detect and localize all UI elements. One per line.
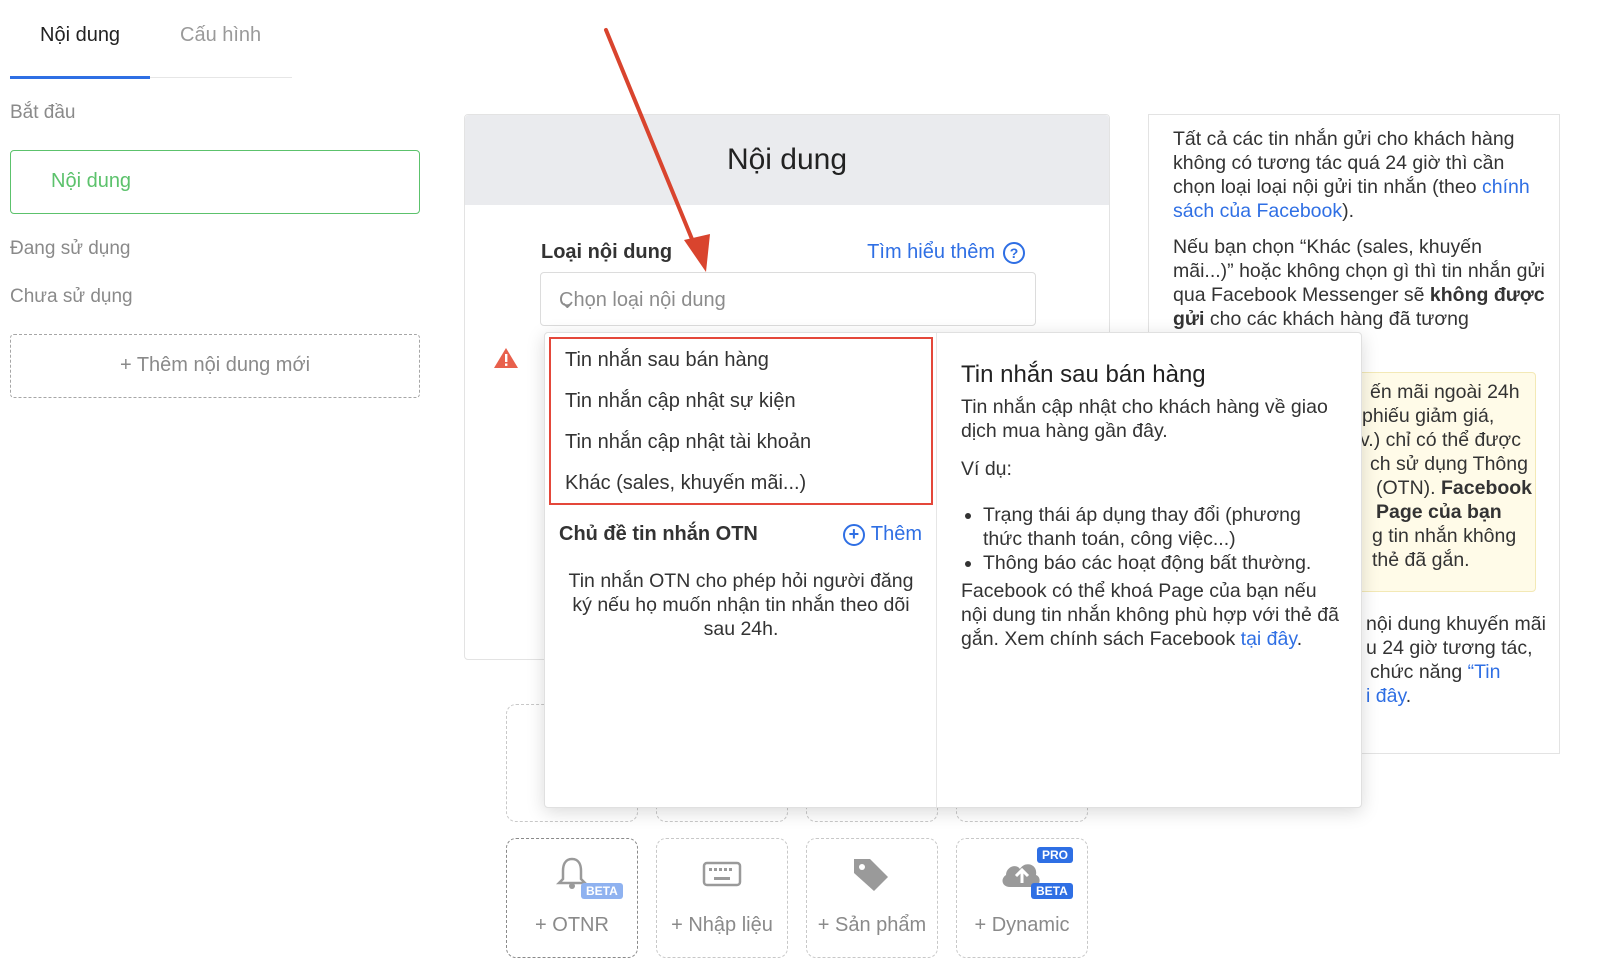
product-label: + Sản phẩm — [817, 914, 927, 936]
content-type-dropdown: Tin nhắn sau bán hàng Tin nhắn cập nhật … — [544, 332, 1362, 808]
dynamic-tile[interactable]: PRO BETA + Dynamic — [956, 838, 1088, 958]
example-list: Trạng thái áp dụng thay đổi (phương thức… — [961, 503, 1341, 575]
content-type-select[interactable]: Chọn loại nội dung ⌄ — [540, 272, 1036, 326]
info-p3-line-4: i đây. — [1366, 684, 1411, 708]
keyboard-icon — [657, 855, 787, 896]
dynamic-label: + Dynamic — [974, 914, 1070, 936]
notice-line-3: v.) chỉ có thể được — [1360, 429, 1521, 451]
warning-icon — [494, 348, 518, 368]
option-other-sales[interactable]: Khác (sales, khuyến mãi...) — [565, 472, 806, 495]
info-p3-link-2[interactable]: i đây — [1366, 685, 1406, 707]
facebook-warning-text: Facebook có thể khoá Page của bạn nếu nộ… — [961, 579, 1341, 651]
option-list-highlight: Tin nhắn sau bán hàng Tin nhắn cập nhật … — [549, 337, 933, 505]
option-event-update[interactable]: Tin nhắn cập nhật sự kiện — [565, 390, 796, 413]
pro-badge: PRO — [1037, 847, 1074, 863]
policy-here-link[interactable]: tại đây — [1241, 628, 1297, 650]
help-icon: ? — [1003, 241, 1025, 264]
tags-icon — [807, 855, 937, 898]
input-tile[interactable]: + Nhập liệu — [656, 838, 788, 958]
notice-line-4: ch sử dụng Thông — [1370, 453, 1528, 475]
active-tab-indicator — [10, 76, 150, 79]
notice-bold: Facebook — [1441, 477, 1533, 499]
notice-line-6: Page của bạn — [1376, 501, 1502, 523]
notice-line-1: ến mãi ngoài 24h — [1370, 381, 1520, 403]
info-p1-text: Tất cả các tin nhắn gửi cho khách hàng k… — [1173, 128, 1515, 198]
beta-badge: BETA — [581, 883, 623, 899]
option-account-update[interactable]: Tin nhắn cập nhật tài khoản — [565, 431, 811, 454]
input-label: + Nhập liệu — [671, 914, 773, 936]
tab-bar: Nội dung Cấu hình — [10, 0, 292, 79]
learn-more-link[interactable]: Tìm hiểu thêm ? — [867, 241, 1025, 264]
otnr-tile[interactable]: BETA + OTNR — [506, 838, 638, 958]
product-tile[interactable]: + Sản phẩm — [806, 838, 938, 958]
otn-add-button[interactable]: + Thêm — [842, 523, 922, 546]
unused-label: Chưa sử dụng — [10, 286, 133, 307]
notice-line-2: phiếu giảm giá, — [1362, 405, 1495, 427]
beta-badge: BETA — [1031, 883, 1073, 899]
detail-description: Tin nhắn cập nhật cho khách hàng về giao… — [961, 396, 1328, 442]
start-content-item[interactable]: Nội dung — [10, 150, 420, 214]
info-paragraph-1: Tất cả các tin nhắn gửi cho khách hàng k… — [1173, 127, 1545, 223]
option-after-sales[interactable]: Tin nhắn sau bán hàng — [565, 349, 769, 372]
info-paragraph-2: Nếu bạn chọn “Khác (sales, khuyến mãi...… — [1173, 235, 1545, 331]
in-use-label: Đang sử dụng — [10, 238, 131, 259]
tab-content[interactable]: Nội dung — [40, 24, 120, 47]
example-label: Ví dụ: — [961, 458, 1012, 480]
tab-config[interactable]: Cấu hình — [180, 24, 261, 47]
example-item: Thông báo các hoạt động bất thường. — [983, 551, 1341, 575]
otn-add-label: Thêm — [870, 523, 922, 545]
info-p3-line-3: chức năng “Tin — [1370, 660, 1500, 684]
info-p3-line-1: nội dung khuyến mãi — [1366, 613, 1546, 635]
info-p2-end: cho các khách hàng đã tương — [1204, 308, 1469, 330]
notice-line-5: (OTN). Facebook — [1376, 476, 1532, 500]
example-item: Trạng thái áp dụng thay đổi (phương thức… — [983, 503, 1341, 551]
otnr-label: + OTNR — [535, 914, 609, 936]
otn-description: Tin nhắn OTN cho phép hỏi người đăng ký … — [568, 570, 914, 640]
info-p1-end: ). — [1342, 200, 1355, 222]
otn-topic-title: Chủ đề tin nhắn OTN — [559, 523, 758, 545]
info-p3-end: . — [1405, 685, 1412, 707]
start-content-label: Nội dung — [51, 170, 132, 192]
plus-circle-icon: + — [842, 523, 865, 546]
dropdown-options-pane: Tin nhắn sau bán hàng Tin nhắn cập nhật … — [545, 333, 937, 807]
detail-title: Tin nhắn sau bán hàng — [961, 361, 1206, 388]
info-p3-line-3-text: chức năng — [1370, 661, 1468, 683]
card-title: Nội dung — [465, 115, 1109, 205]
notice-line-5-text: (OTN). — [1376, 477, 1436, 499]
add-new-content-button[interactable]: + Thêm nội dung mới — [10, 334, 420, 398]
warning-end: . — [1296, 628, 1303, 650]
info-p3-link-1[interactable]: “Tin — [1468, 661, 1501, 683]
notice-line-8: thẻ đã gắn. — [1372, 549, 1470, 571]
learn-more-text: Tìm hiểu thêm — [867, 241, 995, 263]
info-p3-line-2: u 24 giờ tương tác, — [1366, 637, 1533, 659]
start-section-label: Bắt đầu — [10, 102, 76, 123]
notice-line-7: g tin nhắn không — [1372, 525, 1517, 547]
content-type-label: Loại nội dung — [541, 241, 673, 263]
chevron-down-icon: ⌄ — [559, 291, 576, 313]
